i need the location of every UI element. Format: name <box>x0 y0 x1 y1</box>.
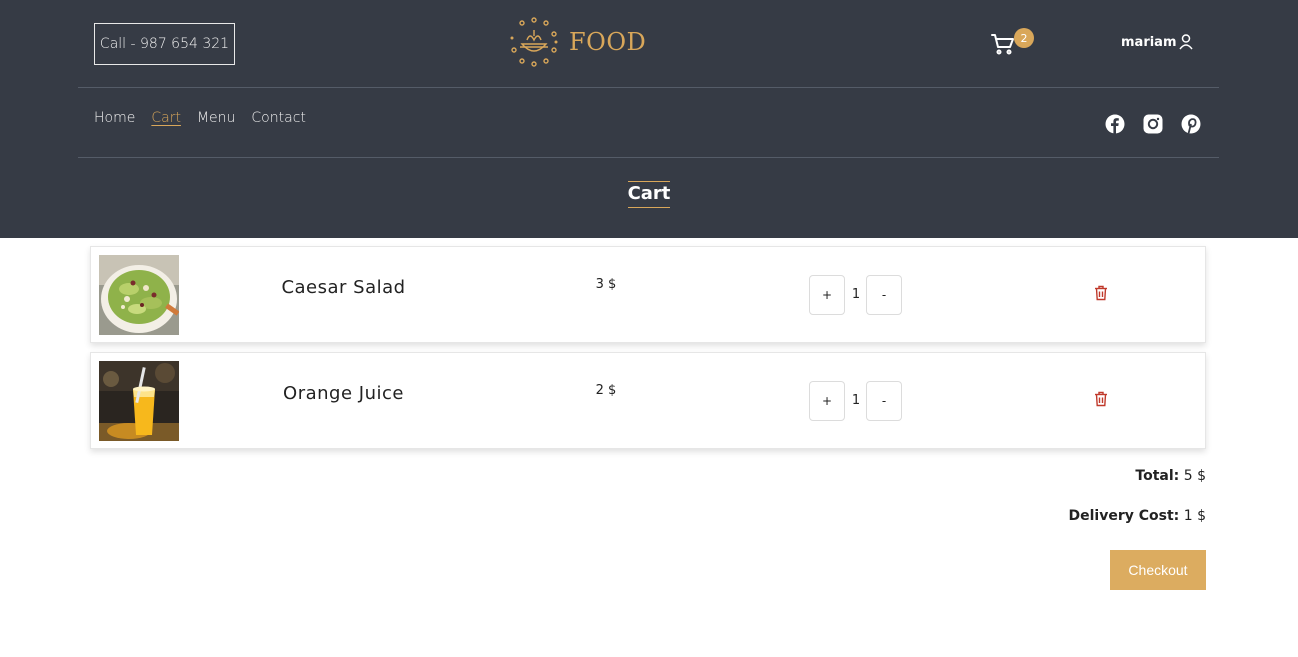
delivery-label: Delivery Cost: <box>1068 508 1180 524</box>
main-nav: Home Cart Menu Contact <box>94 110 306 126</box>
item-name: Caesar Salad <box>281 277 406 298</box>
increase-quantity-button[interactable]: + <box>809 275 845 315</box>
checkout-button[interactable]: Checkout <box>1110 550 1206 590</box>
delivery-value: 1 $ <box>1183 508 1206 524</box>
user-menu[interactable]: mariam <box>1121 34 1193 50</box>
page-title: Cart <box>0 181 1298 208</box>
total-label: Total: <box>1135 468 1180 484</box>
delivery-cost: Delivery Cost: 1 $ <box>1069 508 1206 524</box>
food-logo-icon <box>510 17 558 67</box>
total-value: 5 $ <box>1183 468 1206 484</box>
nav-item-menu[interactable]: Menu <box>197 110 235 126</box>
item-quantity: 1 <box>851 393 861 408</box>
orange-juice-image <box>99 361 179 441</box>
caesar-salad-image <box>99 255 179 335</box>
instagram-icon[interactable] <box>1143 114 1163 134</box>
cart-count-badge: 2 <box>1014 28 1034 48</box>
logo-text: FOOD <box>569 28 647 56</box>
header-divider-bottom <box>78 157 1219 158</box>
item-name: Orange Juice <box>283 383 404 404</box>
facebook-icon[interactable] <box>1105 114 1125 134</box>
decrease-quantity-button[interactable]: - <box>866 381 902 421</box>
logo[interactable]: FOOD <box>505 14 646 70</box>
item-price: 2 $ <box>595 383 617 398</box>
decrease-quantity-button[interactable]: - <box>866 275 902 315</box>
nav-item-cart[interactable]: Cart <box>151 110 181 126</box>
nav-item-home[interactable]: Home <box>94 110 135 126</box>
nav-item-contact[interactable]: Contact <box>251 110 305 126</box>
cart-item-row: Caesar Salad 3 $ + 1 - <box>90 246 1206 343</box>
page-title-text: Cart <box>627 181 671 208</box>
trash-icon[interactable] <box>1094 391 1108 407</box>
increase-quantity-button[interactable]: + <box>809 381 845 421</box>
pinterest-icon[interactable] <box>1181 114 1201 134</box>
cart-item-row: Orange Juice 2 $ + 1 - <box>90 352 1206 449</box>
item-price: 3 $ <box>595 277 617 292</box>
username: mariam <box>1121 34 1177 50</box>
call-box[interactable]: Call - 987 654 321 <box>94 23 235 65</box>
item-quantity: 1 <box>851 287 861 302</box>
cart-total: Total: 5 $ <box>1135 468 1206 484</box>
user-icon <box>1178 34 1193 50</box>
trash-icon[interactable] <box>1094 285 1108 301</box>
cart-icon[interactable] <box>991 33 1015 55</box>
header-divider-top <box>78 87 1219 88</box>
site-header: Call - 987 654 321 FOOD 2 mariam Home Ca… <box>0 0 1298 238</box>
